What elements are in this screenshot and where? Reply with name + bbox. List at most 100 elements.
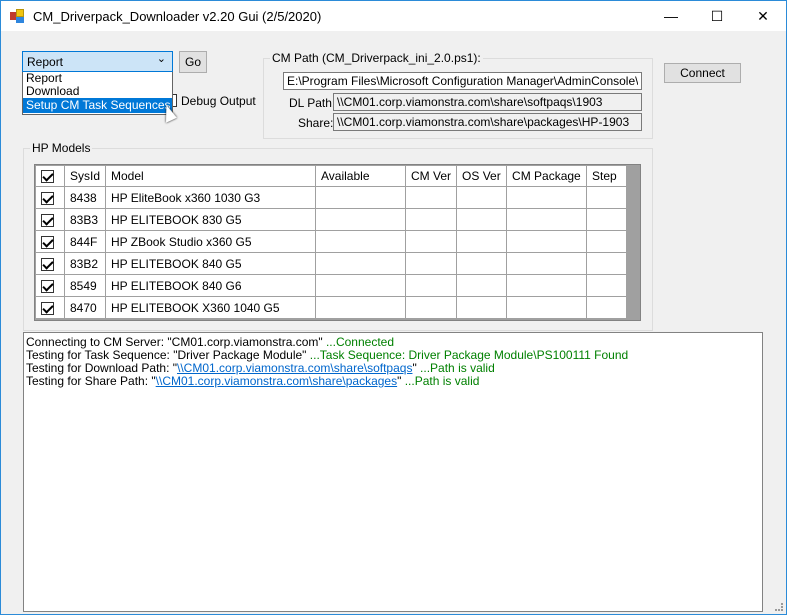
cell-available	[315, 208, 407, 231]
log-text: Connecting to CM Server: "CM01.corp.viam…	[26, 335, 326, 349]
log-text: "	[412, 361, 421, 375]
mode-combobox[interactable]: Report ⌄	[22, 51, 173, 72]
option-setup-cm-task-sequences[interactable]: Setup CM Task Sequences	[23, 98, 172, 113]
models-grid: SysId Model Available CM Ver OS Ver CM P…	[34, 164, 641, 321]
col-sysid[interactable]: SysId	[63, 165, 107, 187]
cell-os-ver	[456, 230, 508, 253]
app-icon	[10, 9, 25, 23]
row-checkbox[interactable]	[35, 274, 65, 297]
cell-cm-ver	[405, 230, 458, 253]
share-path-input[interactable]	[333, 113, 642, 131]
cell-cm-package	[506, 274, 588, 297]
table-row[interactable]: 83B3 HP ELITEBOOK 830 G5	[35, 208, 628, 231]
cell-model: HP ELITEBOOK X360 1040 G5	[105, 296, 317, 319]
col-os-ver[interactable]: OS Ver	[456, 165, 508, 187]
cell-step	[586, 230, 628, 253]
close-button[interactable]: ✕	[740, 1, 786, 31]
log-status: ...Path is valid	[404, 374, 480, 388]
table-row[interactable]: 8438 HP EliteBook x360 1030 G3	[35, 186, 628, 209]
col-available[interactable]: Available	[315, 165, 407, 187]
cell-cm-ver	[405, 208, 458, 231]
share-label: Share:	[298, 116, 334, 130]
connect-button[interactable]: Connect	[664, 63, 741, 83]
minimize-button[interactable]: —	[648, 1, 694, 31]
col-cm-package[interactable]: CM Package	[506, 165, 588, 187]
cell-cm-ver	[405, 296, 458, 319]
cell-step	[586, 274, 628, 297]
chevron-down-icon: ⌄	[156, 53, 166, 65]
cell-sysid: 8438	[63, 186, 107, 209]
go-button[interactable]: Go	[179, 51, 207, 73]
row-checkbox[interactable]	[35, 252, 65, 275]
log-link[interactable]: \\CM01.corp.viamonstra.com\share\softpaq…	[177, 361, 412, 375]
col-cm-ver[interactable]: CM Ver	[405, 165, 458, 187]
row-checkbox[interactable]	[35, 230, 65, 253]
cell-available	[315, 186, 407, 209]
row-checkbox[interactable]	[35, 296, 65, 319]
log-text: Testing for Task Sequence: "Driver Packa…	[26, 348, 310, 362]
log-text: "	[397, 374, 405, 388]
cell-os-ver	[456, 252, 508, 275]
cell-model: HP ZBook Studio x360 G5	[105, 230, 317, 253]
option-download[interactable]: Download	[23, 85, 172, 98]
log-text: Testing for Share Path: "	[26, 374, 156, 388]
cell-step	[586, 208, 628, 231]
cell-cm-package	[506, 296, 588, 319]
hp-models-group-label: HP Models	[30, 141, 93, 155]
row-checkbox[interactable]	[35, 186, 65, 209]
cell-cm-ver	[405, 186, 458, 209]
title-bar: CM_Driverpack_Downloader v2.20 Gui (2/5/…	[1, 1, 786, 31]
cell-os-ver	[456, 186, 508, 209]
cell-available	[315, 230, 407, 253]
cell-step	[586, 252, 628, 275]
log-link[interactable]: \\CM01.corp.viamonstra.com\share\package…	[156, 374, 397, 388]
cell-cm-package	[506, 186, 588, 209]
cm-path-group-label: CM Path (CM_Driverpack_ini_2.0.ps1):	[270, 51, 483, 65]
table-row[interactable]: 83B2 HP ELITEBOOK 840 G5	[35, 252, 628, 275]
col-step[interactable]: Step	[586, 165, 628, 187]
cell-cm-ver	[405, 252, 458, 275]
cell-model: HP ELITEBOOK 840 G6	[105, 274, 317, 297]
log-output[interactable]: Connecting to CM Server: "CM01.corp.viam…	[23, 332, 763, 612]
log-status: ...Path is valid	[420, 361, 495, 375]
table-row[interactable]: 8549 HP ELITEBOOK 840 G6	[35, 274, 628, 297]
cell-sysid: 83B2	[63, 252, 107, 275]
app-window: CM_Driverpack_Downloader v2.20 Gui (2/5/…	[0, 0, 787, 615]
cell-sysid: 83B3	[63, 208, 107, 231]
cell-os-ver	[456, 274, 508, 297]
cm-path-input[interactable]	[283, 72, 642, 90]
cell-sysid: 8549	[63, 274, 107, 297]
cell-cm-package	[506, 252, 588, 275]
dl-path-input[interactable]	[333, 93, 642, 111]
row-checkbox[interactable]	[35, 208, 65, 231]
maximize-button[interactable]: ☐	[694, 1, 740, 31]
cell-model: HP EliteBook x360 1030 G3	[105, 186, 317, 209]
window-title: CM_Driverpack_Downloader v2.20 Gui (2/5/…	[33, 9, 322, 24]
cell-cm-package	[506, 208, 588, 231]
resize-grip-icon[interactable]	[775, 603, 783, 611]
select-all-checkbox[interactable]	[35, 165, 65, 187]
cell-available	[315, 252, 407, 275]
cell-sysid: 8470	[63, 296, 107, 319]
cell-available	[315, 296, 407, 319]
log-status: ...Task Sequence: Driver Package Module\…	[309, 348, 629, 362]
cell-sysid: 844F	[63, 230, 107, 253]
cell-model: HP ELITEBOOK 840 G5	[105, 252, 317, 275]
mode-dropdown-list: Report Download Setup CM Task Sequences	[22, 72, 173, 115]
log-line: Testing for Share Path: "\\CM01.corp.via…	[26, 375, 760, 388]
cell-step	[586, 296, 628, 319]
cell-step	[586, 186, 628, 209]
mode-selected: Report	[27, 55, 64, 69]
cell-model: HP ELITEBOOK 830 G5	[105, 208, 317, 231]
table-row[interactable]: 8470 HP ELITEBOOK X360 1040 G5	[35, 296, 628, 319]
col-model[interactable]: Model	[105, 165, 317, 187]
log-text: Testing for Download Path: "	[26, 361, 178, 375]
cell-os-ver	[456, 208, 508, 231]
cell-os-ver	[456, 296, 508, 319]
table-row[interactable]: 844F HP ZBook Studio x360 G5	[35, 230, 628, 253]
cell-available	[315, 274, 407, 297]
cell-cm-package	[506, 230, 588, 253]
cell-cm-ver	[405, 274, 458, 297]
dl-path-label: DL Path:	[289, 96, 336, 110]
debug-label: Debug Output	[181, 94, 256, 108]
